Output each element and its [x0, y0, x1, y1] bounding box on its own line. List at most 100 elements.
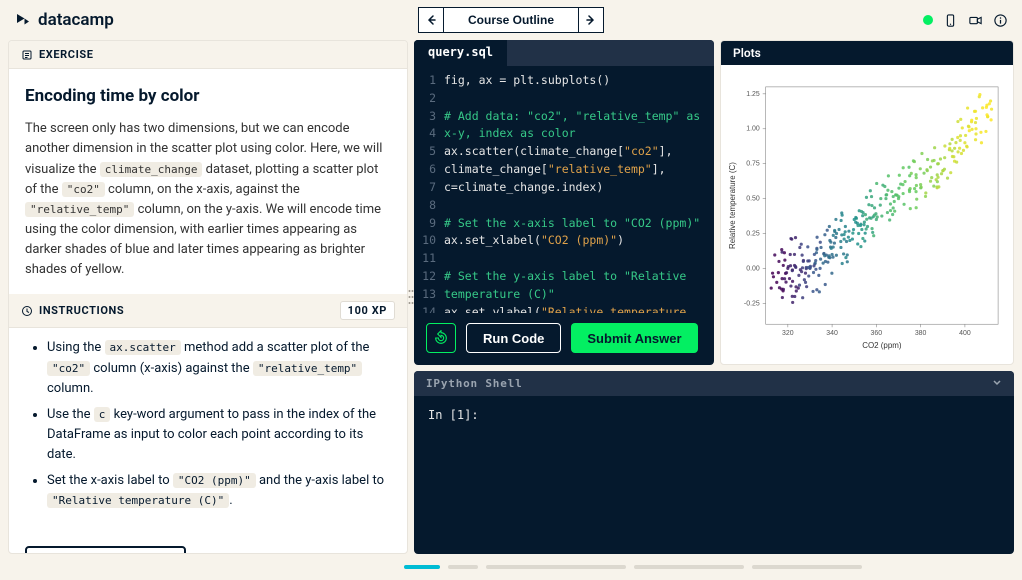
- line-number: 4: [414, 125, 444, 143]
- progress-segment[interactable]: [634, 565, 744, 569]
- submit-answer-label: Submit Answer: [587, 331, 681, 346]
- svg-text:CO2 (ppm): CO2 (ppm): [862, 341, 902, 350]
- line-number: 13: [414, 286, 444, 304]
- instruction-item: Using the ax.scatter method add a scatte…: [47, 338, 391, 398]
- inline-code: "co2": [62, 182, 105, 197]
- inline-code: c: [94, 407, 111, 422]
- inline-code: climate_change: [100, 162, 203, 177]
- svg-text:380: 380: [915, 330, 927, 337]
- code-line: 14ax.set_ylabel("Relative temperature: [414, 304, 714, 313]
- inline-code: "relative_temp": [253, 361, 362, 376]
- exercise-title: Encoding time by color: [25, 83, 391, 109]
- exercise-section-label: EXERCISE: [39, 48, 94, 61]
- instruction-item: Set the x-axis label to "CO2 (ppm)" and …: [47, 471, 391, 511]
- svg-text:400: 400: [959, 330, 971, 337]
- left-panel: EXERCISE Encoding time by color The scre…: [8, 40, 408, 554]
- instruction-item: Use the c key-word argument to pass in t…: [47, 405, 391, 465]
- code-line: 9# Set the x-axis label to "CO2 (ppm)": [414, 215, 714, 233]
- instructions-section-label: INSTRUCTIONS: [39, 304, 124, 317]
- code-line: 13temperature (C)": [414, 286, 714, 304]
- right-panel: query.sql 1fig, ax = plt.subplots()2 3# …: [414, 40, 1014, 554]
- code-editor-panel: query.sql 1fig, ax = plt.subplots()2 3# …: [414, 40, 714, 365]
- code-text: c=climate_change.index): [444, 179, 714, 197]
- svg-text:0.75: 0.75: [746, 161, 760, 168]
- svg-text:0.00: 0.00: [746, 265, 760, 272]
- mobile-icon[interactable]: [943, 13, 958, 28]
- line-number: 3: [414, 108, 444, 126]
- svg-text:Relative temperature (C): Relative temperature (C): [728, 162, 737, 249]
- code-text: # Set the x-axis label to "CO2 (ppm)": [444, 215, 714, 233]
- run-code-button[interactable]: Run Code: [466, 323, 561, 353]
- shell-prompt: In [1]:: [428, 408, 479, 422]
- code-line: 1fig, ax = plt.subplots(): [414, 72, 714, 90]
- prev-exercise-button[interactable]: [418, 7, 444, 33]
- arrow-left-icon: [426, 15, 436, 25]
- code-line: 5ax.scatter(climate_change["co2"],: [414, 143, 714, 161]
- instructions-header: INSTRUCTIONS 100 XP: [9, 294, 407, 328]
- editor-tab-bar: query.sql: [414, 40, 714, 66]
- video-icon[interactable]: [968, 13, 983, 28]
- code-line: 11: [414, 250, 714, 268]
- code-text: climate_change["relative_temp"],: [444, 161, 714, 179]
- exercise-header: EXERCISE: [9, 41, 407, 69]
- code-text: [444, 250, 714, 268]
- reset-code-button[interactable]: [426, 323, 456, 353]
- shell-body[interactable]: In [1]:: [414, 396, 1014, 554]
- progress-segment[interactable]: [404, 565, 440, 569]
- exercise-icon: [21, 49, 33, 61]
- plots-header-label: Plots: [733, 46, 761, 60]
- code-text: temperature (C)": [444, 286, 714, 304]
- line-number: 5: [414, 143, 444, 161]
- editor-tab-label: query.sql: [428, 45, 493, 59]
- shell-panel: IPython Shell In [1]:: [414, 371, 1014, 554]
- shell-header[interactable]: IPython Shell: [414, 371, 1014, 396]
- code-text: [444, 90, 714, 108]
- reset-icon: [433, 330, 449, 346]
- scatter-plot: 320340360380400-0.250.000.250.500.751.00…: [721, 65, 1013, 364]
- shell-header-label: IPython Shell: [426, 377, 523, 390]
- progress-segment[interactable]: [448, 565, 478, 569]
- info-icon[interactable]: [993, 13, 1008, 28]
- svg-text:0.50: 0.50: [746, 196, 760, 203]
- line-number: 10: [414, 232, 444, 250]
- line-number: 11: [414, 250, 444, 268]
- code-text: fig, ax = plt.subplots(): [444, 72, 714, 90]
- progress-bar: [0, 560, 1022, 574]
- plots-panel: Plots 320340360380400-0.250.000.250.500.…: [720, 40, 1014, 365]
- editor-buttons: Run Code Submit Answer: [414, 313, 714, 365]
- next-exercise-button[interactable]: [578, 7, 604, 33]
- line-number: 6: [414, 161, 444, 179]
- course-nav: Course Outline: [418, 7, 604, 33]
- xp-badge: 100 XP: [340, 301, 395, 320]
- progress-segment[interactable]: [752, 565, 862, 569]
- top-bar: datacamp Course Outline: [0, 0, 1022, 40]
- brand-logo[interactable]: datacamp: [14, 10, 114, 30]
- svg-text:1.25: 1.25: [746, 91, 760, 98]
- code-text: [444, 197, 714, 215]
- plots-header: Plots: [721, 41, 1013, 65]
- arrow-right-icon: [586, 15, 596, 25]
- code-text: # Set the y-axis label to "Relative: [444, 268, 714, 286]
- main-content: EXERCISE Encoding time by color The scre…: [0, 40, 1022, 560]
- inline-code: "co2": [47, 361, 90, 376]
- panel-resize-handle[interactable]: [408, 279, 414, 315]
- code-line: 8: [414, 197, 714, 215]
- take-hint-button[interactable]: Take Hint (-30 XP): [25, 546, 186, 554]
- code-editor[interactable]: 1fig, ax = plt.subplots()2 3# Add data: …: [414, 66, 714, 313]
- line-number: 8: [414, 197, 444, 215]
- code-line: 12# Set the y-axis label to "Relative: [414, 268, 714, 286]
- editor-and-plots-row: query.sql 1fig, ax = plt.subplots()2 3# …: [414, 40, 1014, 365]
- course-outline-button[interactable]: Course Outline: [444, 7, 578, 33]
- line-number: 12: [414, 268, 444, 286]
- submit-answer-button[interactable]: Submit Answer: [571, 323, 697, 353]
- line-number: 7: [414, 179, 444, 197]
- brand-name: datacamp: [38, 10, 114, 30]
- code-line: 4x-y, index as color: [414, 125, 714, 143]
- run-code-label: Run Code: [483, 331, 544, 346]
- code-text: ax.set_ylabel("Relative temperature: [444, 304, 714, 313]
- line-number: 2: [414, 90, 444, 108]
- code-line: 2: [414, 90, 714, 108]
- progress-segment[interactable]: [486, 565, 626, 569]
- brand-logo-icon: [14, 11, 32, 29]
- editor-tab[interactable]: query.sql: [414, 40, 507, 66]
